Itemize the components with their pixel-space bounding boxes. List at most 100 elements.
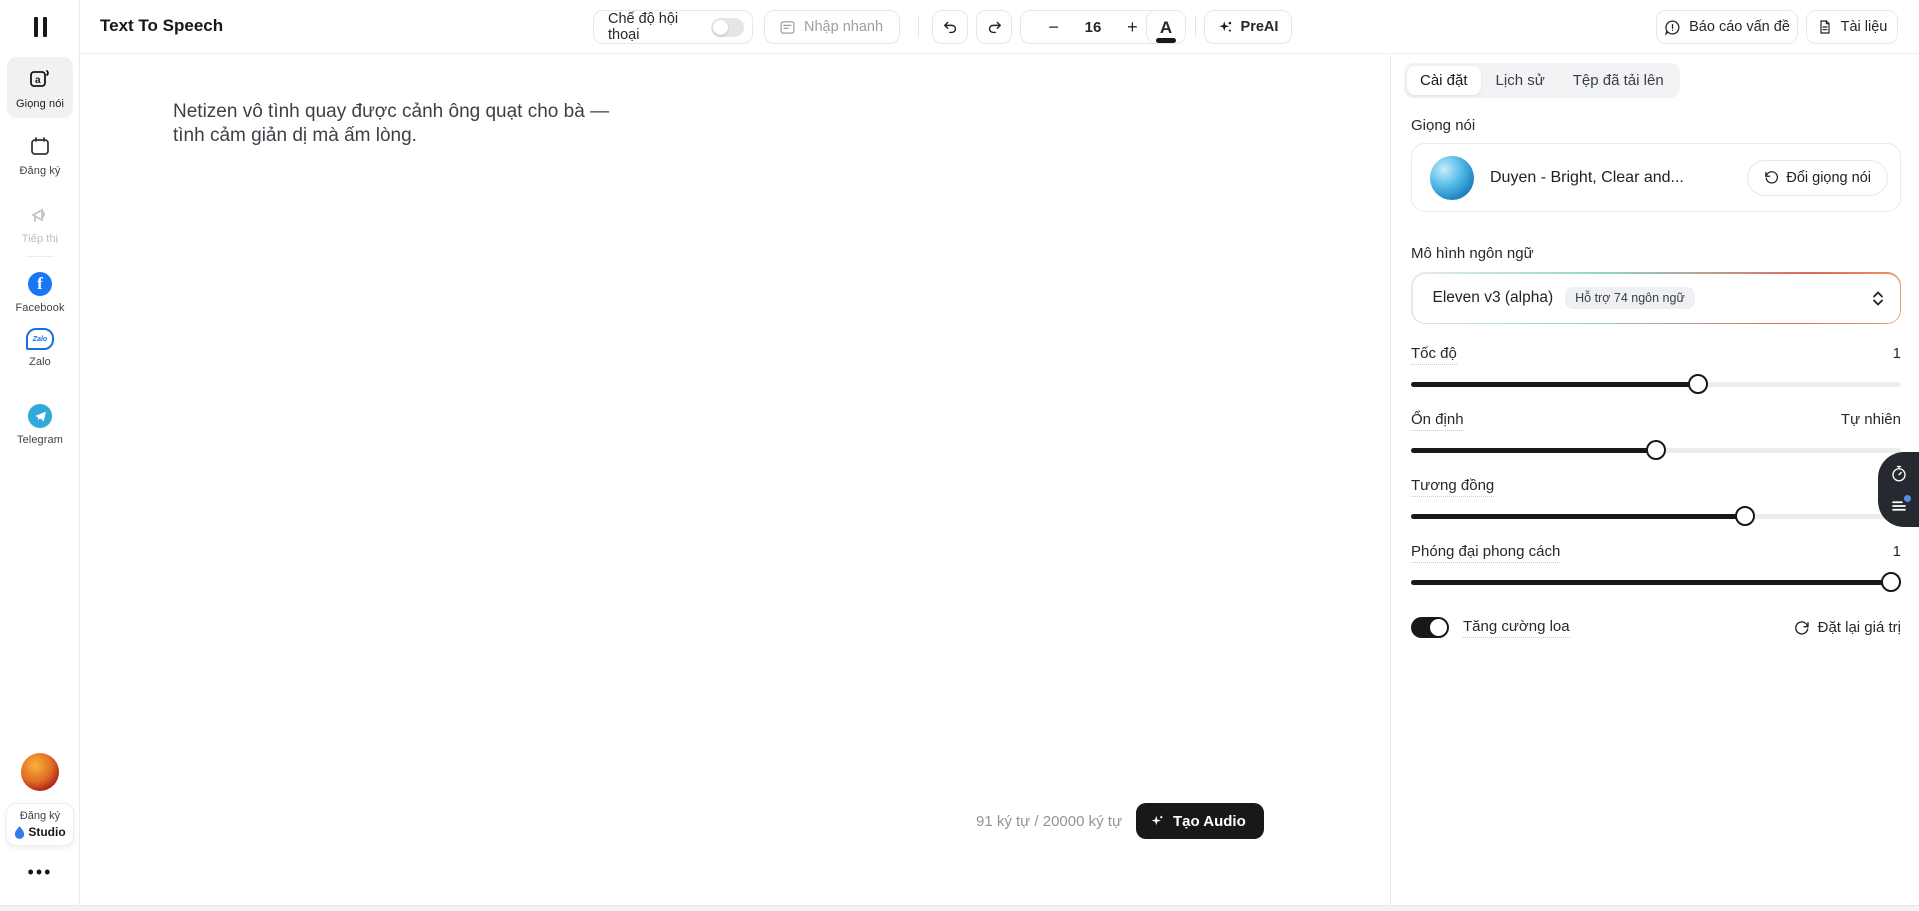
megaphone-icon — [27, 201, 53, 227]
report-issue-button[interactable]: Báo cáo vấn đề — [1656, 10, 1798, 44]
preai-label: PreAI — [1241, 19, 1279, 35]
editor-text[interactable]: Netizen vô tình quay được cảnh ông quạt … — [173, 100, 623, 148]
zalo-icon: Zalo — [26, 328, 54, 350]
more-menu-button[interactable]: ••• — [0, 862, 80, 883]
speaker-boost-row: Tăng cường loa Đặt lại giá trị — [1411, 617, 1901, 638]
chevron-updown-icon — [1872, 291, 1884, 306]
change-voice-button[interactable]: Đổi giọng nói — [1747, 160, 1888, 196]
tab-history[interactable]: Lịch sử — [1483, 66, 1558, 95]
model-section-label: Mô hình ngôn ngữ — [1411, 245, 1534, 262]
sidebar-item-telegram[interactable]: Telegram — [7, 404, 73, 446]
flame-icon — [14, 826, 25, 839]
slider-label: Ổn định — [1411, 411, 1464, 431]
font-size-decrease-button[interactable]: − — [1045, 17, 1063, 38]
sidebar-item-label: Facebook — [15, 302, 64, 314]
bottom-strip — [0, 905, 1919, 911]
sidebar-divider — [26, 256, 54, 257]
rotate-ccw-icon — [1764, 170, 1779, 185]
undo-icon — [942, 19, 959, 36]
font-size-increase-button[interactable]: + — [1123, 17, 1141, 38]
floating-queue-widget — [1878, 452, 1919, 527]
tab-uploaded-files[interactable]: Tệp đã tải lên — [1560, 66, 1677, 95]
sidebar-item-label: Telegram — [17, 434, 63, 446]
dialog-mode-label: Chế độ hội thoại — [608, 11, 711, 43]
slider-thumb[interactable] — [1688, 374, 1708, 394]
studio-badge-line2: Studio — [28, 825, 65, 839]
editor-bottom-row: 91 ký tự / 20000 ký tự Tạo Audio — [976, 803, 1264, 839]
report-issue-label: Báo cáo vấn đề — [1689, 19, 1790, 35]
slider-value: 1 — [1893, 345, 1901, 362]
sidebar-item-marketing[interactable]: Tiếp thị — [7, 201, 73, 245]
slider-stability: Ổn định Tự nhiên — [1411, 411, 1901, 453]
slider-similarity: Tương đồng — [1411, 477, 1901, 519]
sidebar-item-facebook[interactable]: f Facebook — [7, 272, 73, 314]
slider-thumb[interactable] — [1881, 572, 1901, 592]
dialog-mode-toggle-pill[interactable]: Chế độ hội thoại — [593, 10, 753, 44]
generate-audio-label: Tạo Audio — [1173, 813, 1246, 830]
sidebar-item-label: Giọng nói — [16, 98, 64, 110]
sparkle-icon — [1218, 20, 1233, 35]
docs-label: Tài liệu — [1841, 19, 1888, 35]
model-language-badge: Hỗ trợ 74 ngôn ngữ — [1565, 287, 1695, 309]
dialog-mode-toggle[interactable] — [711, 18, 744, 37]
quick-input-icon — [779, 19, 796, 36]
slider-track[interactable] — [1411, 580, 1901, 585]
redo-icon — [986, 19, 1003, 36]
speaker-boost-label: Tăng cường loa — [1463, 618, 1570, 638]
document-icon — [1817, 19, 1833, 35]
slider-track[interactable] — [1411, 514, 1901, 519]
model-name: Eleven v3 (alpha) — [1433, 289, 1554, 307]
change-voice-label: Đổi giọng nói — [1786, 170, 1871, 186]
sidebar-item-zalo[interactable]: Zalo Zalo — [7, 328, 73, 368]
reset-values-label: Đặt lại giá trị — [1818, 619, 1901, 636]
toolbar-separator — [1195, 17, 1196, 37]
settings-panel: Cài đặt Lịch sử Tệp đã tải lên Giọng nói… — [1390, 55, 1919, 905]
font-size-control: − 16 + — [1020, 10, 1166, 44]
sidebar-item-label: Đăng ký — [19, 165, 60, 177]
quick-input-label: Nhập nhanh — [804, 19, 883, 35]
telegram-icon — [28, 404, 52, 428]
timer-button[interactable] — [1888, 463, 1910, 485]
speaker-boost-toggle[interactable] — [1411, 617, 1449, 638]
text-color-button[interactable]: A — [1146, 10, 1186, 44]
slider-thumb[interactable] — [1735, 506, 1755, 526]
page-title: Text To Speech — [100, 16, 223, 36]
slider-thumb[interactable] — [1646, 440, 1666, 460]
voice-text-icon: a — [27, 66, 53, 92]
model-select[interactable]: Eleven v3 (alpha) Hỗ trợ 74 ngôn ngữ — [1411, 272, 1901, 324]
sidebar-item-voice[interactable]: a Giọng nói — [7, 57, 73, 118]
text-color-icon: A — [1160, 19, 1172, 36]
calendar-icon — [27, 133, 53, 159]
slider-label: Tốc độ — [1411, 345, 1457, 365]
docs-button[interactable]: Tài liệu — [1806, 10, 1898, 44]
studio-subscribe-badge[interactable]: Đăng ký Studio — [6, 803, 74, 846]
sparkle-icon — [1150, 814, 1165, 829]
redo-button[interactable] — [976, 10, 1012, 44]
voice-avatar[interactable] — [1430, 156, 1474, 200]
voice-name: Duyen - Bright, Clear and... — [1490, 169, 1747, 187]
refresh-icon — [1794, 620, 1810, 636]
quick-input-button[interactable]: Nhập nhanh — [764, 10, 900, 44]
editor-canvas[interactable]: Netizen vô tình quay được cảnh ông quạt … — [81, 55, 1390, 905]
voice-section-label: Giọng nói — [1411, 117, 1475, 134]
tab-settings[interactable]: Cài đặt — [1407, 66, 1481, 95]
user-avatar[interactable] — [21, 753, 59, 791]
task-queue-button[interactable] — [1888, 495, 1910, 517]
voice-card: Duyen - Bright, Clear and... Đổi giọng n… — [1411, 143, 1901, 212]
sidebar-item-label: Tiếp thị — [22, 233, 58, 245]
reset-values-button[interactable]: Đặt lại giá trị — [1794, 619, 1901, 636]
slider-track[interactable] — [1411, 382, 1901, 387]
generate-audio-button[interactable]: Tạo Audio — [1136, 803, 1264, 839]
sidebar-item-label: Zalo — [29, 356, 51, 368]
slider-track[interactable] — [1411, 448, 1901, 453]
svg-text:a: a — [35, 75, 41, 86]
report-bubble-icon — [1664, 19, 1681, 36]
char-count: 91 ký tự / 20000 ký tự — [976, 813, 1122, 830]
sidebar-item-subscription[interactable]: Đăng ký — [7, 133, 73, 177]
collapse-sidebar-icon[interactable] — [24, 12, 56, 42]
slider-value: 1 — [1893, 543, 1901, 560]
slider-label: Tương đồng — [1411, 477, 1494, 497]
preai-button[interactable]: PreAI — [1204, 10, 1292, 44]
undo-button[interactable] — [932, 10, 968, 44]
facebook-icon: f — [28, 272, 52, 296]
